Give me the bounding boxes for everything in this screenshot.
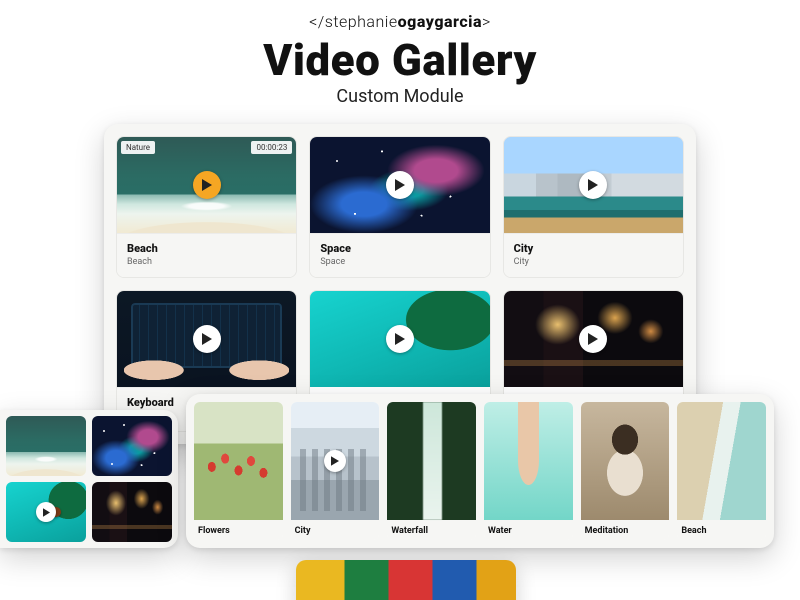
video-thumbnail[interactable] (387, 402, 476, 520)
thumbnail-image (194, 402, 283, 520)
logo-suffix: > (482, 12, 491, 31)
video-thumbnail[interactable]: Nature 00:00:23 (117, 137, 296, 233)
video-card[interactable]: City City (503, 136, 684, 278)
video-card[interactable]: Nature 00:00:23 Beach Beach (116, 136, 297, 278)
strip-label: Meditation (581, 520, 670, 540)
thumbnail-image (6, 416, 86, 476)
thumbnail-image (677, 402, 766, 520)
strip-card[interactable]: City (291, 402, 380, 540)
logo-last: ogaygarcia (398, 12, 482, 31)
video-thumbnail[interactable] (677, 402, 766, 520)
video-category: Space (320, 257, 479, 267)
strip-label: Water (484, 520, 573, 540)
play-icon[interactable] (36, 502, 56, 522)
video-meta: Beach Beach (117, 233, 296, 277)
thumbnail-image (92, 416, 172, 476)
video-thumbnail[interactable] (484, 402, 573, 520)
mini-thumbnail[interactable] (6, 482, 86, 542)
strip-label: Flowers (194, 520, 283, 540)
video-meta: City City (504, 233, 683, 277)
video-thumbnail[interactable] (310, 137, 489, 233)
thumbnail-image (484, 402, 573, 520)
thumbnail-image (387, 402, 476, 520)
mini-thumbnail[interactable] (92, 482, 172, 542)
video-thumbnail[interactable] (117, 291, 296, 387)
play-icon[interactable] (386, 325, 414, 353)
video-title: City (514, 242, 673, 255)
stray-thumbnail (296, 560, 516, 600)
play-icon[interactable] (193, 171, 221, 199)
thumbnail-image (581, 402, 670, 520)
video-title: Beach (127, 242, 286, 255)
video-thumbnail[interactable] (291, 402, 380, 520)
thumbnail-image (92, 482, 172, 542)
gallery-panel-left (0, 410, 178, 548)
duration-chip: 00:00:23 (251, 141, 292, 154)
play-icon[interactable] (193, 325, 221, 353)
video-category: Beach (127, 257, 286, 267)
play-icon[interactable] (579, 325, 607, 353)
video-thumbnail[interactable] (504, 137, 683, 233)
video-thumbnail[interactable] (194, 402, 283, 520)
logo-prefix: </ (309, 12, 325, 31)
logo-first: stephanie (325, 12, 398, 31)
strip-label: City (291, 520, 380, 540)
mini-thumbnail[interactable] (6, 416, 86, 476)
play-icon[interactable] (579, 171, 607, 199)
video-category: City (514, 257, 673, 267)
page-title: Video Gallery (263, 34, 537, 86)
video-thumbnail[interactable] (310, 291, 489, 387)
video-card[interactable]: Space Space (309, 136, 490, 278)
play-icon[interactable] (324, 450, 346, 472)
category-chip: Nature (121, 141, 155, 154)
video-thumbnail[interactable] (581, 402, 670, 520)
play-icon[interactable] (386, 171, 414, 199)
video-meta: Space Space (310, 233, 489, 277)
video-title: Space (320, 242, 479, 255)
gallery-panel-strip: Flowers City Waterfall Water Meditation Beach (186, 394, 774, 548)
brand-logo: </stephanieogaygarcia> (309, 12, 491, 31)
strip-label: Beach (677, 520, 766, 540)
strip-card[interactable]: Water (484, 402, 573, 540)
strip-card[interactable]: Waterfall (387, 402, 476, 540)
strip-card[interactable]: Beach (677, 402, 766, 540)
video-thumbnail[interactable] (504, 291, 683, 387)
strip-label: Waterfall (387, 520, 476, 540)
strip-card[interactable]: Meditation (581, 402, 670, 540)
strip-card[interactable]: Flowers (194, 402, 283, 540)
mini-thumbnail[interactable] (92, 416, 172, 476)
page-subtitle: Custom Module (336, 86, 463, 107)
